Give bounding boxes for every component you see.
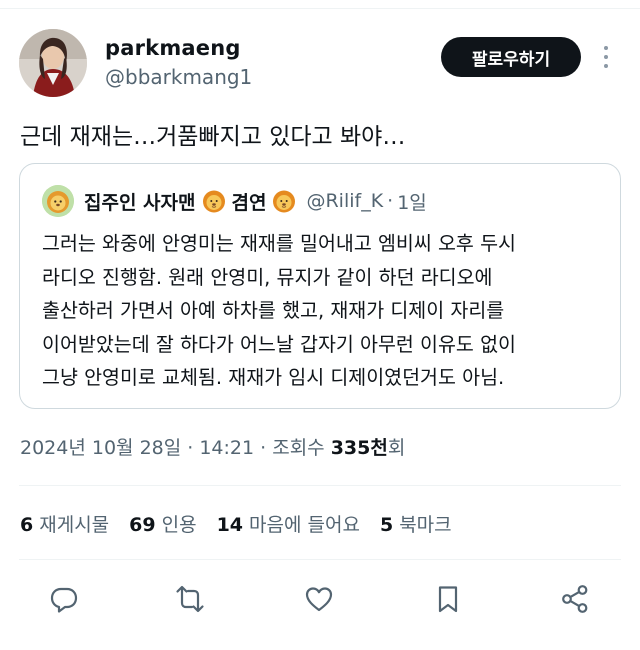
quoted-author-name[interactable]: 집주인 사자맨	[84, 188, 196, 215]
repost-icon	[176, 585, 204, 613]
reposts-count: 6	[20, 514, 34, 536]
quoted-text-line: 라디오 진행함. 원래 안영미, 뮤지가 같이 하던 라디오에	[42, 265, 493, 289]
bookmark-button[interactable]	[428, 579, 468, 619]
more-vertical-icon[interactable]	[596, 44, 616, 70]
tweet-text: 근데 재재는…거품빠지고 있다고 봐야…	[20, 124, 406, 150]
quotes-stat[interactable]: 69 인용	[129, 510, 196, 537]
bookmark-icon	[438, 586, 458, 613]
bookmarks-label: 북마크	[399, 514, 452, 536]
repost-button[interactable]	[170, 579, 210, 619]
divider	[19, 485, 621, 486]
divider	[19, 559, 621, 560]
quoted-text-line: 그냥 안영미로 교체됨. 재재가 임시 디제이였던거도 아님.	[42, 366, 505, 389]
lion-face-emoji-icon	[202, 189, 226, 213]
reposts-stat[interactable]: 6 재게시물	[20, 510, 109, 537]
engagement-stats: 6 재게시물 69 인용 14 마음에 들어요 5 북마크	[20, 510, 472, 537]
like-icon	[305, 587, 333, 612]
quoted-tweet-text: 그러는 와중에 안영미는 재재를 밀어내고 엠비씨 오후 두시 라디오 진행함.…	[42, 227, 612, 395]
likes-label: 마음에 들어요	[249, 514, 360, 536]
follow-button[interactable]: 팔로우하기	[441, 37, 581, 77]
quoted-tweet-card[interactable]: 집주인 사자맨 겸연 @Rilif_K · 1일 그러는 와중에 안영미는 재재…	[19, 163, 621, 409]
quoted-text-line: 출산하러 가면서 아예 하차를 했고, 재재가 디제이 자리를	[42, 299, 505, 322]
author-avatar[interactable]	[19, 29, 87, 97]
quotes-label: 인용	[161, 514, 197, 536]
views-suffix: 회	[387, 437, 406, 459]
quoted-text-line: 이어받았는데 잘 하다가 어느날 갑자기 아무런 이유도 없이	[42, 332, 516, 356]
reply-icon	[50, 587, 78, 613]
quoted-author-name-suffix[interactable]: 겸연	[232, 188, 267, 215]
bookmarks-count: 5	[379, 514, 394, 536]
like-button[interactable]	[299, 579, 339, 619]
quoted-author-avatar[interactable]	[42, 185, 74, 217]
profile-photo-icon	[19, 29, 87, 97]
quotes-count: 69	[129, 514, 156, 536]
quoted-tweet-header: 집주인 사자맨 겸연 @Rilif_K · 1일	[42, 185, 427, 217]
share-icon	[562, 585, 588, 613]
bookmarks-stat[interactable]: 5 북마크	[380, 510, 452, 537]
lion-avatar-icon	[42, 185, 74, 217]
likes-stat[interactable]: 14 마음에 들어요	[217, 510, 360, 537]
reply-button[interactable]	[44, 579, 84, 619]
quoted-time[interactable]: 1일	[397, 188, 427, 215]
tweet-meta: 2024년 10월 28일 · 14:21 · 조회수 335천회	[20, 433, 405, 460]
reposts-label: 재게시물	[39, 514, 110, 536]
author-handle[interactable]: @bbarkmang1	[105, 65, 252, 89]
quoted-text-line: 그러는 와중에 안영미는 재재를 밀어내고 엠비씨 오후 두시	[42, 232, 516, 255]
action-bar	[0, 579, 640, 619]
quoted-author-handle[interactable]: @Rilif_K	[306, 190, 383, 212]
views-count: 335천	[330, 437, 388, 459]
lion-face-emoji-icon	[272, 189, 296, 213]
author-name[interactable]: parkmaeng	[105, 36, 241, 60]
share-button[interactable]	[555, 579, 595, 619]
timestamp[interactable]: 2024년 10월 28일 · 14:21 · 조회수	[20, 437, 331, 459]
likes-count: 14	[216, 514, 244, 536]
top-divider	[0, 8, 640, 9]
separator-dot: ·	[387, 190, 394, 212]
